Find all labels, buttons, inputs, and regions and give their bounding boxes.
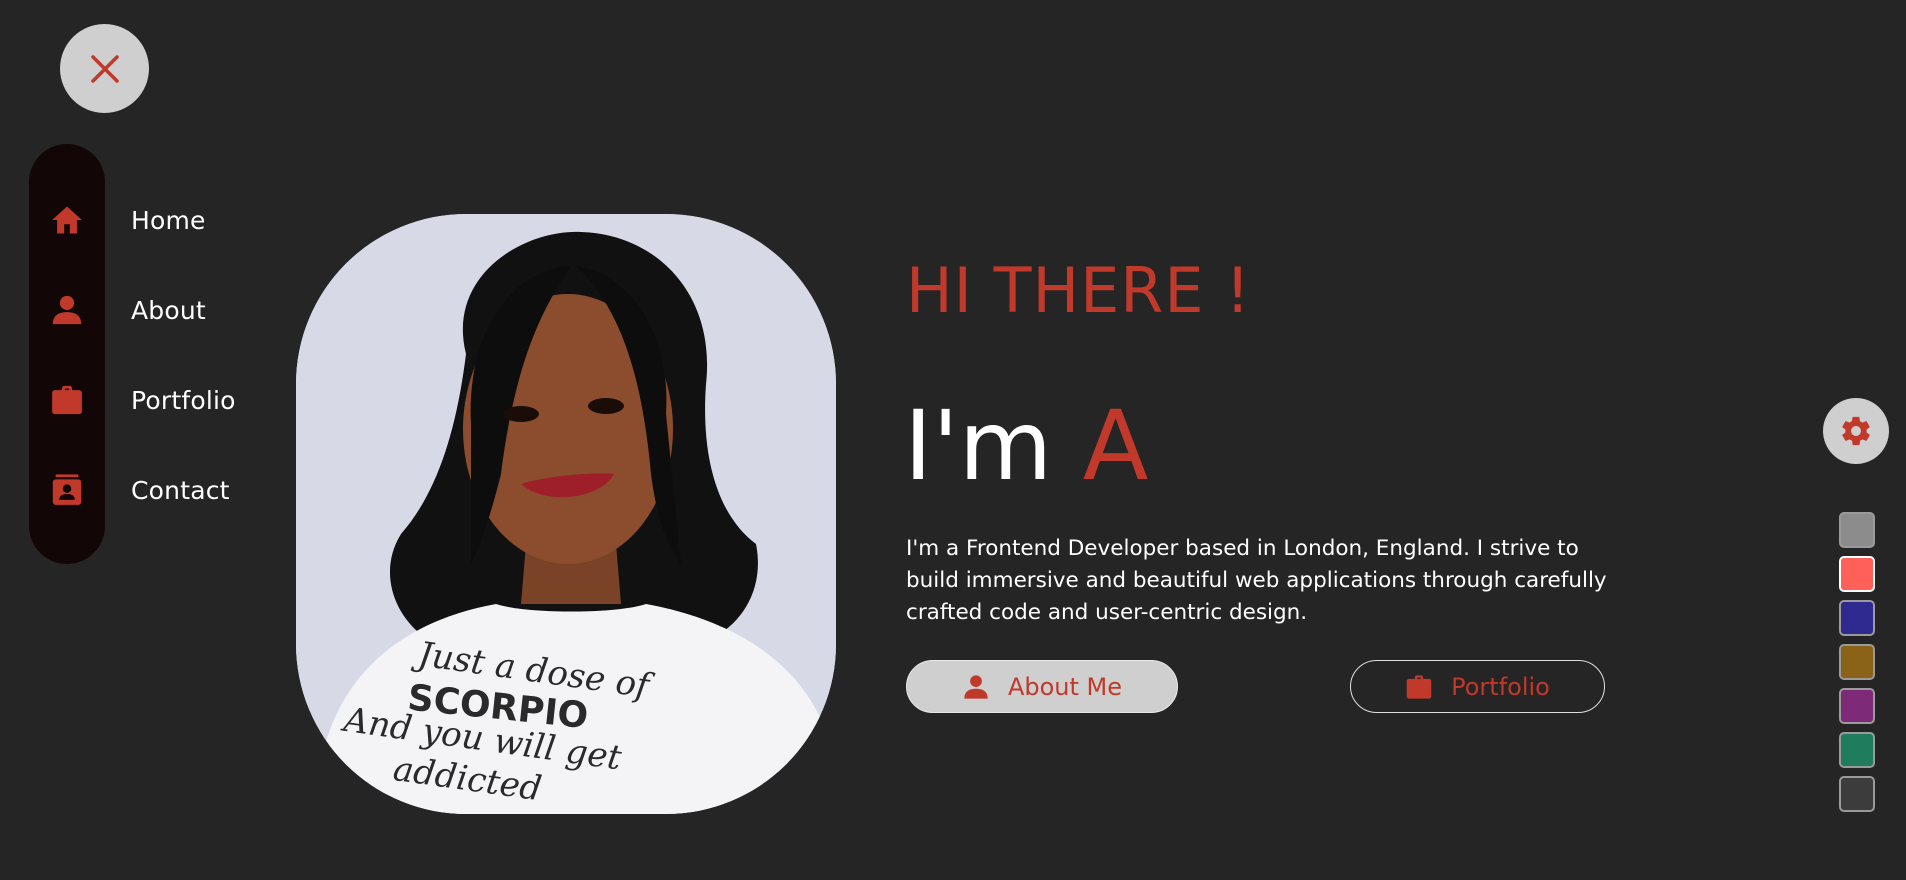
gear-icon <box>1842 416 1870 446</box>
nav-item-label: Portfolio <box>131 385 236 415</box>
theme-swatch-gray[interactable] <box>1839 512 1875 548</box>
headline-prefix: I'm <box>904 390 1053 502</box>
theme-swatch-brown[interactable] <box>1839 644 1875 680</box>
intro-paragraph: I'm a Frontend Developer based in London… <box>906 536 1607 625</box>
nav-item-portfolio[interactable]: Portfolio <box>29 370 236 430</box>
theme-settings-button[interactable] <box>1823 398 1889 464</box>
about-me-button[interactable]: About Me <box>906 660 1178 713</box>
user-icon <box>964 674 988 699</box>
headline-name: A <box>1082 390 1149 502</box>
close-icon <box>90 54 119 83</box>
briefcase-icon <box>1406 674 1432 699</box>
close-menu-button[interactable] <box>60 24 149 113</box>
theme-swatch-purple[interactable] <box>1839 688 1875 724</box>
user-icon <box>52 295 82 325</box>
contact-card-icon <box>52 474 82 505</box>
nav-item-label: About <box>131 295 206 325</box>
nav-item-label: Contact <box>131 475 230 505</box>
nav-item-label: Home <box>131 205 206 235</box>
greeting-heading: HI THERE ! <box>906 254 1252 327</box>
about-me-label: About Me <box>1007 672 1123 701</box>
profile-photo: Just a dose of SCORPIO And you will get … <box>296 214 836 814</box>
portfolio-label: Portfolio <box>1451 672 1550 701</box>
nav-item-contact[interactable]: Contact <box>29 460 230 520</box>
theme-swatch-dark[interactable] <box>1839 776 1875 812</box>
theme-swatch-green[interactable] <box>1839 732 1875 768</box>
theme-swatch-coral[interactable] <box>1839 556 1875 592</box>
portfolio-button[interactable]: Portfolio <box>1350 660 1605 713</box>
page-title: I'm A <box>904 390 1148 502</box>
theme-swatch-indigo[interactable] <box>1839 600 1875 636</box>
home-icon <box>52 206 82 234</box>
nav-item-home[interactable]: Home <box>29 190 206 250</box>
nav-item-about[interactable]: About <box>29 280 206 340</box>
briefcase-icon <box>52 385 82 415</box>
